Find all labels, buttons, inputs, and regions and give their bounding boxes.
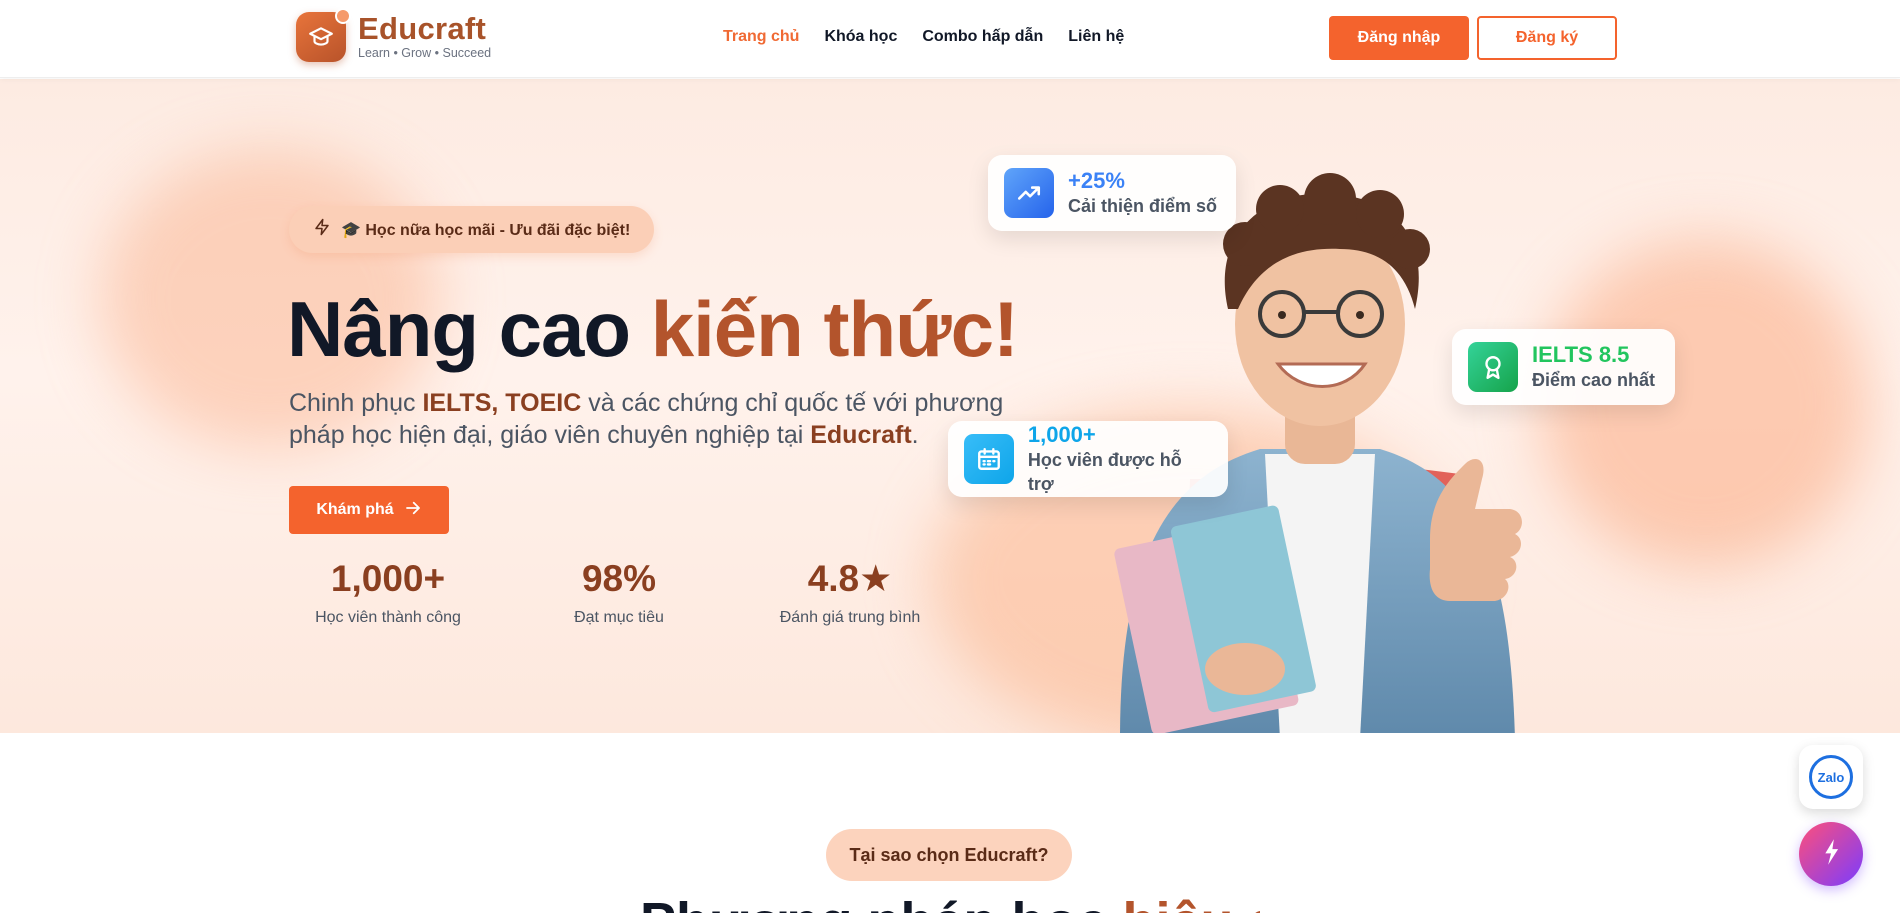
top-navbar: Educraft Learn • Grow • Succeed Trang ch…: [0, 0, 1900, 78]
logo-dot: [335, 8, 351, 24]
improve-score-label: Cải thiện điểm số: [1068, 196, 1218, 216]
stat-label: Đánh giá trung bình: [779, 609, 921, 626]
brand-name: Educraft: [358, 11, 487, 46]
section-title: Phương pháp học hiệu quả: [640, 892, 1260, 913]
zalo-chat-button[interactable]: Zalo: [1799, 745, 1863, 809]
chat-bubble-icon: [1814, 835, 1848, 874]
improve-score-value: +25%: [1068, 168, 1125, 193]
supported-students-label: Học viên được hỗ trợ: [1027, 450, 1182, 494]
hero-headline: Nâng cao kiến thức!: [287, 279, 1019, 379]
improve-score-card: +25% Cải thiện điểm số: [988, 155, 1236, 231]
stat-rating: 4.8★ Đánh giá trung bình: [740, 557, 960, 627]
explore-button[interactable]: Khám phá: [289, 486, 449, 534]
brand-tagline: Learn • Grow • Succeed: [358, 46, 492, 60]
section-title-accent: hiệu quả: [1122, 892, 1260, 913]
why-choose-badge: Tại sao chọn Educraft?: [826, 829, 1072, 881]
supported-students-card: 1,000+ Học viên được hỗ trợ: [948, 421, 1228, 497]
hero-subtitle: Chinh phục IELTS, TOEIC và các chứng chỉ…: [289, 387, 1029, 451]
brand-text: Educraft Learn • Grow • Succeed: [358, 11, 492, 60]
award-icon: [1468, 342, 1518, 392]
supported-students-value: 1,000+: [1027, 422, 1096, 447]
stat-label: Đạt mục tiêu: [574, 609, 664, 626]
nav-item-contact[interactable]: Liên hệ: [1068, 28, 1124, 46]
promo-badge: 🎓 Học nữa học mãi - Ưu đãi đặc biệt!: [289, 206, 655, 253]
graduation-cap-icon: [296, 8, 351, 62]
promo-badge-text: 🎓 Học nữa học mãi - Ưu đãi đặc biệt!: [341, 221, 631, 239]
subtitle-highlight: IELTS, TOEIC: [422, 389, 582, 417]
ielts-label: Điểm cao nhất: [1532, 370, 1656, 390]
stat-goal: 98% Đạt mục tiêu: [509, 557, 729, 627]
lightning-icon: [313, 218, 331, 241]
nav-item-combo[interactable]: Combo hấp dẫn: [922, 28, 1043, 46]
headline-plain: Nâng cao: [287, 285, 651, 373]
nav-item-courses[interactable]: Khóa học: [824, 28, 897, 46]
stat-students: 1,000+ Học viên thành công: [278, 557, 498, 627]
ielts-value: IELTS 8.5: [1532, 342, 1630, 367]
register-button[interactable]: Đăng ký: [1477, 16, 1617, 60]
zalo-icon: Zalo: [1809, 755, 1853, 799]
trending-up-icon: [1004, 168, 1054, 218]
stat-value: 98%: [581, 558, 657, 599]
zalo-label: Zalo: [1817, 769, 1845, 785]
stat-value: 1,000+: [330, 558, 446, 599]
arrow-right-icon: [404, 499, 422, 522]
subtitle-text: Chinh phục: [289, 389, 423, 417]
chatbot-button[interactable]: [1799, 822, 1863, 886]
subtitle-text: .: [911, 421, 919, 449]
brand-logo[interactable]: Educraft Learn • Grow • Succeed: [296, 8, 492, 62]
headline-accent: kiến thức!: [650, 285, 1019, 373]
login-button[interactable]: Đăng nhập: [1329, 16, 1469, 60]
ielts-card: IELTS 8.5 Điểm cao nhất: [1452, 329, 1675, 405]
calendar-icon: [964, 434, 1014, 484]
subtitle-highlight: Educraft: [810, 421, 912, 449]
stat-label: Học viên thành công: [315, 609, 461, 626]
nav-item-home[interactable]: Trang chủ: [723, 28, 799, 46]
section-title-plain: Phương pháp học: [640, 892, 1122, 913]
main-menu: Trang chủ Khóa học Combo hấp dẫn Liên hệ: [723, 28, 1124, 46]
stat-value: 4.8★: [807, 558, 893, 599]
hero-section: 🎓 Học nữa học mãi - Ưu đãi đặc biệt! Nân…: [0, 79, 1900, 733]
explore-button-label: Khám phá: [316, 501, 394, 518]
